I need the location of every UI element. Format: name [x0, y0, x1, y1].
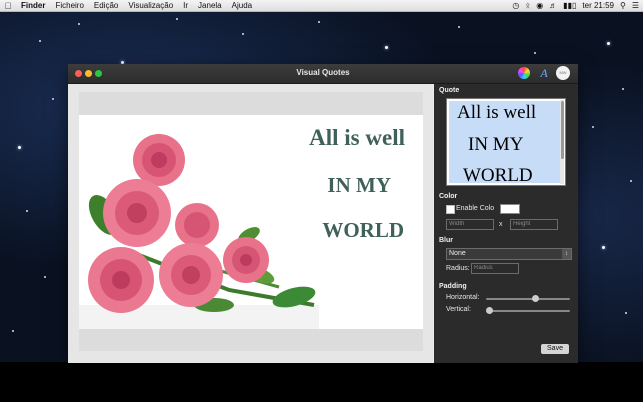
search-icon[interactable]: ⚲: [620, 0, 626, 11]
radius-field[interactable]: [471, 263, 519, 274]
menu-ajuda[interactable]: Ajuda: [227, 1, 257, 10]
time-machine-icon[interactable]: ◷: [512, 0, 519, 11]
enable-color-checkbox[interactable]: [446, 205, 455, 214]
menu-extras: ◷ ᛟ ◉ ♬ ▮▮▯ ter 21:59 ⚲ ☰: [512, 0, 639, 11]
quote-line-1: All is well: [309, 125, 405, 150]
wifi-icon[interactable]: ◉: [536, 0, 543, 11]
battery-icon[interactable]: ▮▮▯: [563, 0, 576, 11]
list-icon[interactable]: ☰: [632, 0, 639, 11]
quote-text-area[interactable]: All is well IN MY WORLD: [449, 101, 561, 186]
preview-line-2: IN MY: [468, 134, 524, 155]
canvas-area: All is well IN MY WORLD: [68, 84, 433, 363]
menu-bar:  Finder Ficheiro Edição Visualização Ir…: [0, 0, 643, 12]
width-field[interactable]: [446, 219, 494, 230]
vertical-label: Vertical:: [446, 306, 471, 313]
vertical-slider-track[interactable]: [486, 310, 570, 312]
star: [458, 26, 460, 28]
rose: [133, 134, 185, 186]
quote-section-title: Quote: [439, 87, 460, 94]
menu-edicao[interactable]: Edição: [89, 1, 123, 10]
rose: [175, 203, 219, 247]
star: [607, 42, 610, 45]
volume-icon[interactable]: ♬: [549, 0, 557, 11]
star: [592, 126, 594, 128]
color-swatch[interactable]: [500, 204, 520, 214]
quote-line-3: WORLD: [322, 218, 404, 242]
star: [52, 98, 54, 100]
color-wheel-icon[interactable]: [518, 67, 530, 79]
star: [18, 146, 21, 149]
menu-clock[interactable]: ter 21:59: [582, 0, 614, 11]
star: [39, 40, 41, 42]
rose: [223, 237, 269, 283]
image-canvas[interactable]: All is well IN MY WORLD: [79, 92, 423, 351]
menu-ir[interactable]: Ir: [178, 1, 193, 10]
rose: [103, 179, 171, 247]
vertical-slider-knob[interactable]: [486, 307, 493, 314]
horizontal-slider-track[interactable]: [486, 298, 570, 300]
font-icon[interactable]: A: [538, 67, 550, 79]
quote-image: All is well IN MY WORLD: [79, 115, 423, 329]
color-section-title: Color: [439, 193, 458, 200]
menu-janela[interactable]: Janela: [193, 1, 227, 10]
star: [385, 46, 388, 49]
padding-section-title: Padding: [439, 283, 467, 290]
star: [622, 88, 624, 90]
star: [176, 18, 178, 20]
quote-preview[interactable]: All is well IN MY WORLD: [446, 98, 566, 186]
star: [78, 23, 80, 25]
height-field[interactable]: [510, 219, 558, 230]
menu-ficheiro[interactable]: Ficheiro: [50, 1, 88, 10]
preview-line-1: All is well: [457, 102, 537, 123]
radius-label: Radius:: [446, 265, 470, 272]
star: [12, 330, 14, 332]
horizontal-label: Horizontal:: [446, 294, 480, 301]
star: [602, 246, 605, 249]
menu-visualizacao[interactable]: Visualização: [123, 1, 178, 10]
rose: [159, 243, 223, 307]
profile-avatar[interactable]: MW: [556, 66, 570, 80]
window-title: Visual Quotes: [296, 68, 350, 77]
horizontal-slider-knob[interactable]: [532, 295, 540, 302]
roses-illustration: [79, 134, 319, 329]
inspector-panel: Quote All is well IN MY WORLD Color Enab…: [434, 84, 578, 363]
apple-icon[interactable]: : [0, 1, 16, 11]
star: [625, 312, 627, 314]
rose: [88, 247, 154, 313]
window-titlebar[interactable]: Visual Quotes A MW: [68, 64, 578, 84]
menu-app-name[interactable]: Finder: [16, 1, 50, 10]
star: [630, 180, 632, 182]
chevron-down-icon: ↕: [562, 249, 571, 259]
bottom-bar: [0, 362, 643, 402]
star: [242, 33, 244, 35]
star: [318, 21, 320, 23]
blur-select[interactable]: None ↕: [446, 248, 572, 260]
star: [534, 52, 536, 54]
dimension-separator: x: [499, 221, 503, 228]
enable-color-label: Enable Colo: [456, 205, 495, 212]
blur-select-value: None: [449, 250, 466, 257]
preview-line-3: WORLD: [463, 165, 533, 186]
star: [44, 276, 46, 278]
star: [26, 210, 28, 212]
save-button[interactable]: Save: [541, 344, 569, 354]
blur-section-title: Blur: [439, 237, 453, 244]
app-window: Visual Quotes A MW All is well IN MY WOR…: [68, 64, 578, 363]
preview-scroll-thumb[interactable]: [561, 101, 564, 159]
bluetooth-icon[interactable]: ᛟ: [525, 0, 530, 11]
quote-line-2: IN MY: [327, 173, 391, 197]
